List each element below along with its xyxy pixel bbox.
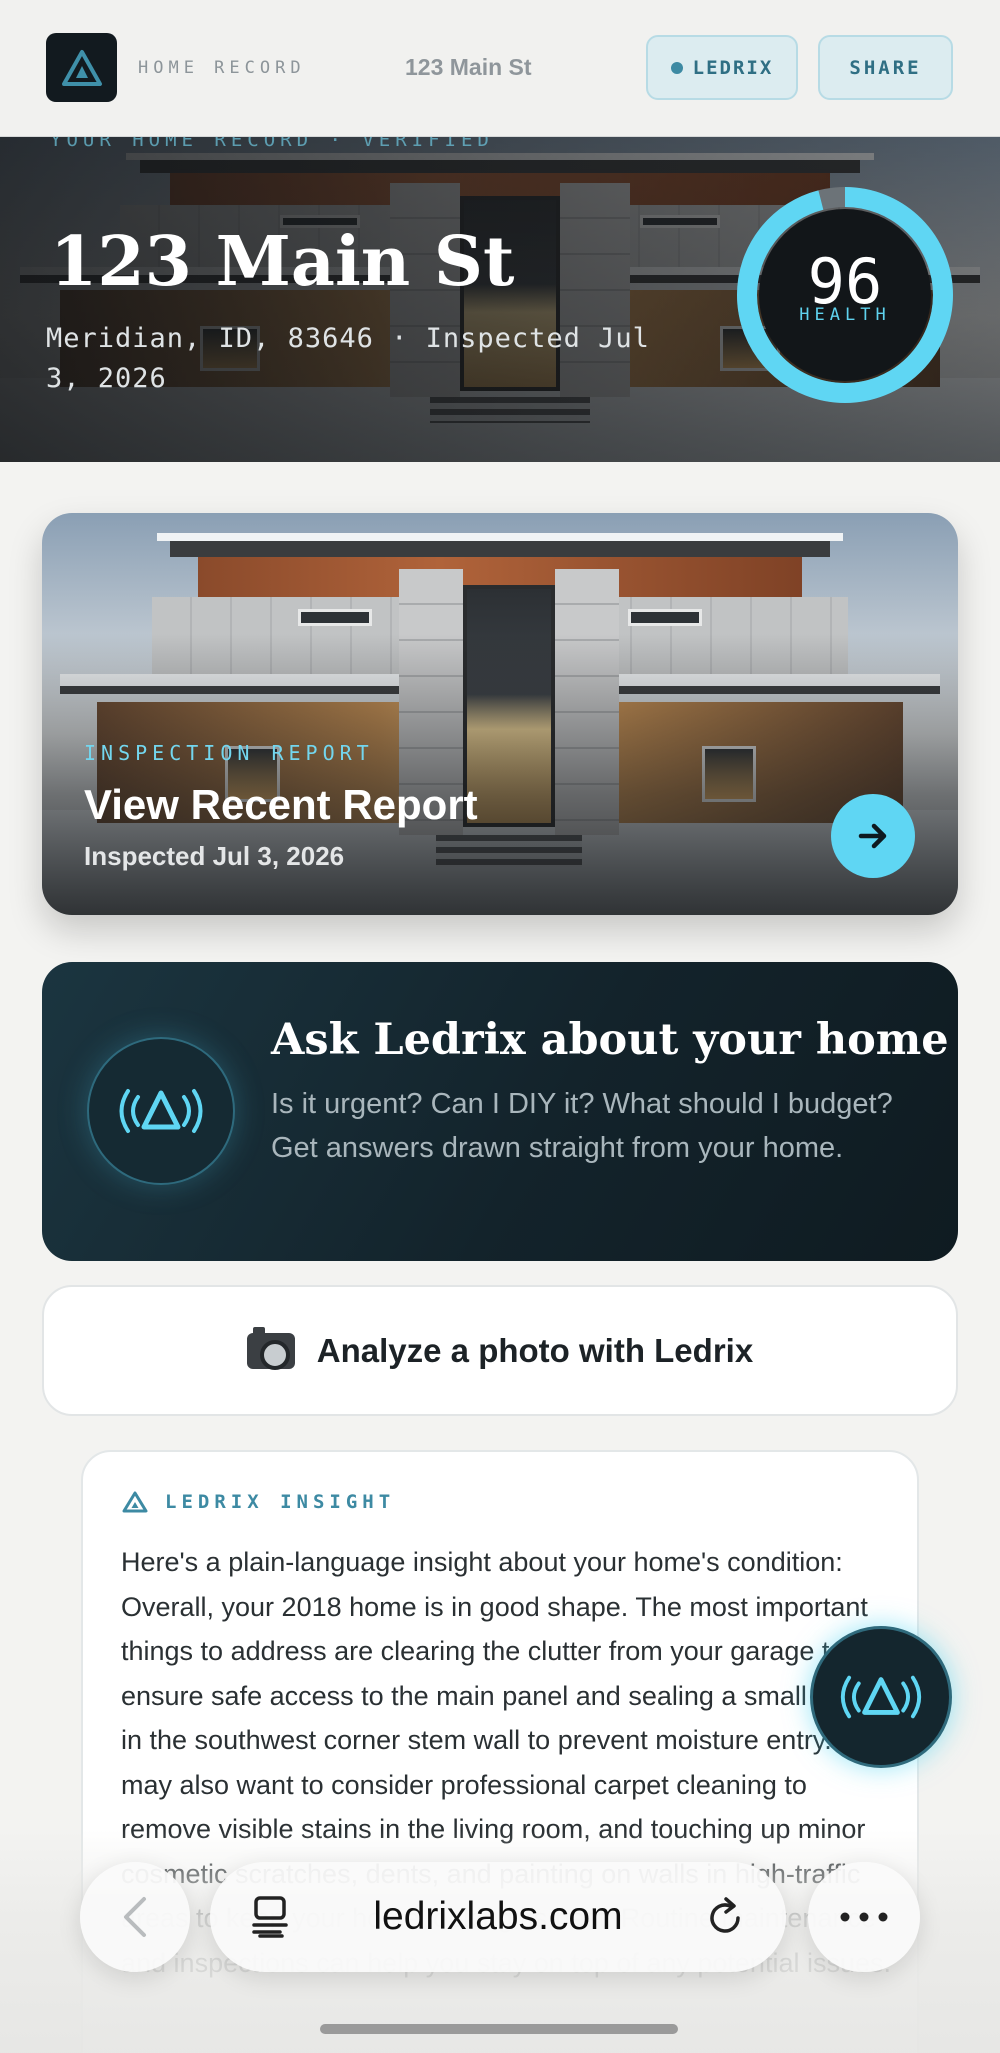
hero-banner: YOUR HOME RECORD · VERIFIED 123 Main St … [0,137,1000,462]
ask-body: Is it urgent? Can I DIY it? What should … [271,1088,893,1164]
health-label: HEALTH [799,305,891,325]
arrow-right-icon [858,823,887,849]
report-eyebrow: INSPECTION REPORT [84,741,374,765]
ledrix-triangle-icon [122,1491,148,1513]
insight-header: LEDRIX INSIGHT [121,1490,395,1514]
open-report-button[interactable] [831,794,915,878]
page-title: 123 Main St [50,222,515,302]
ledrix-signal-icon [87,1037,235,1185]
analyze-photo-button[interactable]: Analyze a photo with Ledrix [42,1285,958,1416]
logo-button[interactable] [46,33,117,102]
health-gauge: 96 HEALTH [737,187,953,403]
assistant-fab-button[interactable] [810,1626,952,1768]
nav-address: 123 Main St [405,54,532,80]
status-dot-icon [670,61,683,74]
hero-eyebrow: YOUR HOME RECORD · VERIFIED [50,137,494,151]
ask-ledrix-card[interactable]: Ask Ledrix about your home Is it urgent?… [42,962,958,1261]
top-nav: HOME RECORD 123 Main St LEDRIX SHARE [0,0,1000,137]
recent-report-card[interactable]: INSPECTION REPORT View Recent Report Ins… [42,513,958,915]
chevron-left-icon [124,1897,146,1937]
report-date: Inspected Jul 3, 2026 [84,841,345,871]
browser-back-button[interactable] [80,1862,190,1972]
share-button[interactable]: SHARE [818,35,953,100]
report-title: View Recent Report [84,781,478,828]
reload-icon[interactable] [706,1896,746,1938]
analyze-photo-label: Analyze a photo with Ledrix [316,1331,754,1369]
hero-subtitle: Meridian, ID, 83646 · Inspected Jul 3, 2… [46,323,650,394]
ask-title: Ask Ledrix about your home [271,1015,949,1065]
insight-label: LEDRIX INSIGHT [165,1491,396,1513]
ledrix-triangle-logo-icon [61,49,102,86]
more-dots-icon [840,1912,888,1922]
share-button-label: SHARE [849,56,922,79]
browser-more-button[interactable] [808,1862,920,1972]
ledrix-signal-icon [840,1675,922,1719]
ledrix-button-label: LEDRIX [692,56,774,79]
tab-overview-icon[interactable] [250,1895,290,1939]
camera-icon [246,1326,295,1370]
home-indicator[interactable] [320,2024,678,2034]
url-text: ledrixlabs.com [373,1895,623,1938]
browser-address-bar[interactable]: ledrixlabs.com [210,1862,786,1972]
ledrix-button[interactable]: LEDRIX [646,35,798,100]
brand-label: HOME RECORD [138,58,306,78]
